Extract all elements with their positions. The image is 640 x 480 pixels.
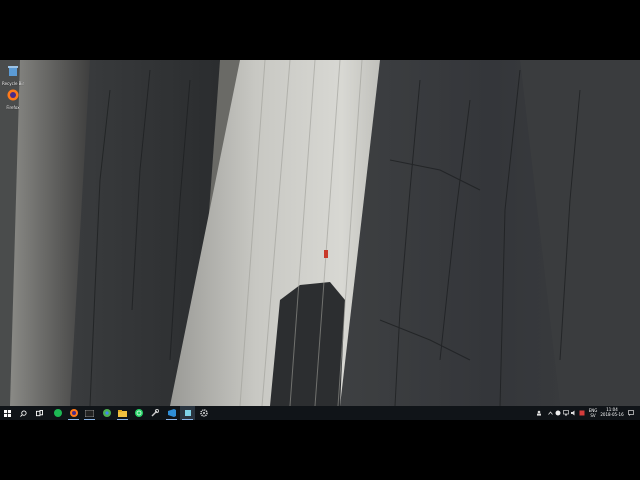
desktop: Recycle Bin Firefox ENG SV 11:04 2018-05… [0,60,640,420]
recycle-bin-icon [8,66,18,76]
taskbar-screen-recorder[interactable] [180,406,195,420]
folder-icon [118,409,127,417]
tray-network[interactable] [562,406,570,420]
taskbar-firefox[interactable] [66,406,81,420]
taskbar-clock[interactable]: 11:04 2018-05-16 [596,407,628,417]
taskbar: ENG SV 11:04 2018-05-16 [0,406,640,420]
visual-studio-icon [167,409,176,417]
desktop-icon-firefox[interactable]: Firefox [2,86,24,110]
gear-icon [199,409,208,417]
climber-figure [324,250,328,258]
taskbar-spotify[interactable] [50,406,65,420]
clock-date: 2018-05-16 [600,412,624,417]
keyboard-layout: SV [590,413,596,418]
desktop-icon-label: Firefox [6,105,20,110]
windows-start-icon [4,409,11,417]
tray-volume[interactable] [570,406,578,420]
notification-icon [628,410,634,416]
start-button[interactable] [0,406,15,420]
record-icon [579,410,585,416]
network-icon [563,410,569,416]
wrench-icon [151,409,159,417]
taskbar-visual-studio[interactable] [164,406,179,420]
action-center-button[interactable] [626,406,636,420]
firefox-icon [7,89,19,101]
taskbar-whatsapp[interactable] [131,406,146,420]
chevron-up-icon [547,411,553,415]
app-tray-icon [555,410,561,416]
task-view-button[interactable] [32,406,47,420]
taskbar-tools[interactable] [147,406,162,420]
taskbar-file-explorer[interactable] [115,406,130,420]
terminal-icon [85,409,94,417]
spotify-icon [53,409,62,417]
chrome-icon [102,409,111,417]
whatsapp-icon [134,409,143,417]
taskbar-chrome[interactable] [99,406,114,420]
tray-people[interactable] [534,406,544,420]
desktop-icon-recycle-bin[interactable]: Recycle Bin [2,62,24,86]
taskbar-terminal[interactable] [82,406,97,420]
volume-icon [571,410,575,416]
tray-recording[interactable] [578,406,586,420]
screen-recorder-icon [184,410,191,416]
tray-overflow-button[interactable] [546,406,554,420]
wallpaper-rock-face [0,60,640,406]
search-button[interactable] [16,406,31,420]
tray-app[interactable] [554,406,562,420]
taskbar-settings[interactable] [196,406,211,420]
people-icon [537,410,541,416]
search-icon [20,409,27,417]
task-view-icon [36,409,43,416]
firefox-icon [69,409,78,417]
